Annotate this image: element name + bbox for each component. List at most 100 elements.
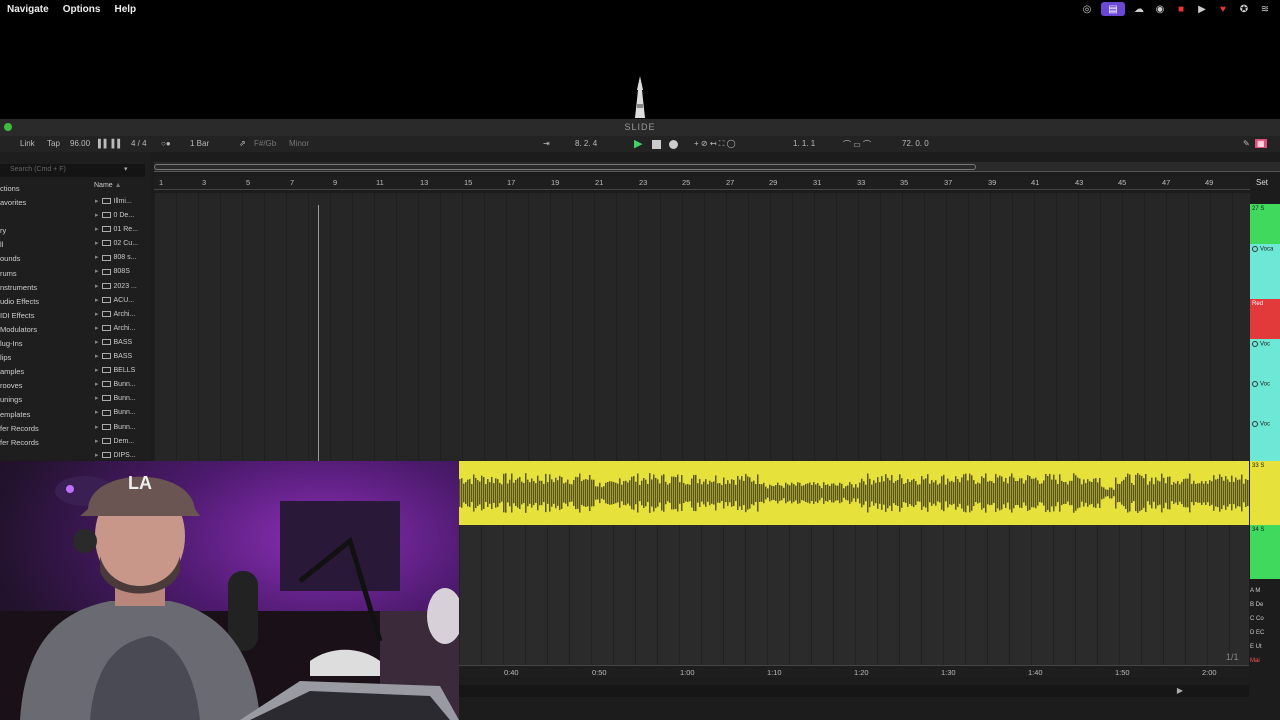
track-header-33[interactable]: 33 S xyxy=(1250,461,1280,525)
window-zoom-button[interactable] xyxy=(4,123,12,131)
name-column-header[interactable]: Name ▲ xyxy=(94,182,122,189)
waveform-bar xyxy=(1189,473,1191,513)
arrangement-overview[interactable] xyxy=(154,162,1280,172)
list-item[interactable]: ▸ 0 De... xyxy=(95,209,150,223)
list-item[interactable]: ▸ Archi... xyxy=(95,322,150,336)
sidebar-item-drums[interactable]: rums xyxy=(0,267,48,281)
waveform-bar xyxy=(989,480,991,506)
cloud-sync-icon-2[interactable]: ◉ xyxy=(1153,2,1167,16)
sidebar-item-samples[interactable]: amples xyxy=(0,365,48,379)
return-track-b[interactable]: B De xyxy=(1250,598,1280,612)
list-item[interactable]: ▸ BASS xyxy=(95,336,150,350)
bar-ruler[interactable]: 1 3 5 7 9 11 13 15 17 19 21 23 25 27 29 … xyxy=(154,176,1250,190)
record-button[interactable] xyxy=(669,140,678,149)
list-item[interactable]: ▸ 01 Re... xyxy=(95,223,150,237)
waveform-bar xyxy=(607,482,609,504)
lower-track-area[interactable] xyxy=(459,525,1249,665)
screen-share-icon[interactable]: ▤ xyxy=(1101,2,1125,16)
sidebar-item-grooves[interactable]: rooves xyxy=(0,379,48,393)
time-signature-field[interactable]: 4 / 4 xyxy=(131,139,147,148)
arrangement-position-field[interactable]: 8. 2. 4 xyxy=(575,139,597,148)
recorder-icon[interactable]: ■ xyxy=(1174,2,1188,16)
loop-length-field[interactable]: 72. 0. 0 xyxy=(902,139,929,148)
sidebar-item-modulators[interactable]: Modulators xyxy=(0,323,48,337)
creative-cloud-icon[interactable]: ◎ xyxy=(1080,2,1094,16)
list-item[interactable]: ▸ Bunn... xyxy=(95,421,150,435)
loop-start-field[interactable]: 1. 1. 1 xyxy=(793,139,815,148)
sidebar-item-audio-effects[interactable]: udio Effects xyxy=(0,295,48,309)
menu-help[interactable]: Help xyxy=(107,4,143,15)
track-header-34[interactable]: 34 S xyxy=(1250,525,1280,579)
play-button[interactable]: ▶ xyxy=(634,137,642,150)
pencil-icon[interactable]: ✎ xyxy=(1243,139,1250,148)
follow-icon[interactable]: ○● xyxy=(161,139,171,148)
track-header-vocal-2[interactable]: Voc xyxy=(1250,339,1280,379)
return-track-e[interactable]: E Ut xyxy=(1250,640,1280,654)
list-item[interactable]: ▸ BELLS xyxy=(95,364,150,378)
list-item[interactable]: ▸ Illmi... xyxy=(95,195,150,209)
key-select[interactable]: F#/Gb xyxy=(254,139,276,148)
list-item[interactable]: ▸ 2023 ... xyxy=(95,280,150,294)
menu-navigate[interactable]: Navigate xyxy=(0,4,56,15)
sidebar-item-midi-effects[interactable]: IDI Effects xyxy=(0,309,48,323)
track-header-vocal-1[interactable]: Voca xyxy=(1250,244,1280,299)
time-ruler[interactable]: 0:40 0:50 1:00 1:10 1:20 1:30 1:40 1:50 … xyxy=(459,665,1249,677)
track-header-vocal-3[interactable]: Voc xyxy=(1250,379,1280,419)
list-item[interactable]: ▸ Archi... xyxy=(95,308,150,322)
compass-icon[interactable]: ✪ xyxy=(1237,2,1251,16)
list-item[interactable]: ▸ Bunn... xyxy=(95,378,150,392)
metronome-icon[interactable]: ▌▌ ▌▌ xyxy=(98,139,123,148)
key-map-icon[interactable]: ▦ xyxy=(1255,139,1267,148)
scale-mode-icon[interactable]: ⇗ xyxy=(239,139,246,148)
list-item[interactable]: ▸ 808 s... xyxy=(95,251,150,265)
list-item[interactable]: ▸ 808S xyxy=(95,265,150,279)
list-item[interactable]: ▸ Dem... xyxy=(95,435,150,449)
cloud-sync-icon[interactable]: ☁ xyxy=(1132,2,1146,16)
return-track-d[interactable]: D EC xyxy=(1250,626,1280,640)
horizontal-scrollbar[interactable]: ▶ xyxy=(459,685,1249,697)
return-track-a[interactable]: A M xyxy=(1250,584,1280,598)
punch-icon[interactable]: ⌒ ▭ ⌒ xyxy=(843,139,871,150)
tempo-field[interactable]: 96.00 xyxy=(70,139,90,148)
scale-select[interactable]: Minor xyxy=(289,139,309,148)
main-track[interactable]: Mai xyxy=(1250,654,1280,668)
wifi-icon[interactable]: ≋ xyxy=(1258,2,1272,16)
sidebar-item-user-library[interactable]: fer Records xyxy=(0,436,48,450)
filter-icon[interactable]: ▾ xyxy=(124,165,128,173)
list-item[interactable]: ▸ 02 Cu... xyxy=(95,237,150,251)
quantize-select[interactable]: 1 Bar xyxy=(190,139,209,148)
sidebar-item-instruments[interactable]: nstruments xyxy=(0,281,48,295)
sidebar-item-clips[interactable]: lips xyxy=(0,351,48,365)
sidebar-item-library[interactable]: ry xyxy=(0,224,48,238)
sidebar-item-sounds[interactable]: ounds xyxy=(0,252,48,266)
track-header-27[interactable]: 27 S xyxy=(1250,204,1280,244)
sidebar-item-collections[interactable]: ctions xyxy=(0,182,48,196)
list-item[interactable]: ▸ Bunn... xyxy=(95,392,150,406)
list-item[interactable]: ▸ ACU... xyxy=(95,294,150,308)
track-header-vocal-4[interactable]: Voc xyxy=(1250,419,1280,461)
play-circle-icon[interactable]: ▶ xyxy=(1195,2,1209,16)
menu-options[interactable]: Options xyxy=(56,4,108,15)
sidebar-item-packs[interactable]: fer Records xyxy=(0,422,48,436)
sidebar-item-templates[interactable]: emplates xyxy=(0,408,48,422)
link-button[interactable]: Link xyxy=(20,139,35,148)
waveform-bar xyxy=(1193,480,1195,506)
sidebar-item-tunings[interactable]: unings xyxy=(0,393,48,407)
waveform-bar xyxy=(899,474,901,512)
overview-zoom-handle[interactable] xyxy=(154,164,976,170)
return-track-c[interactable]: C Co xyxy=(1250,612,1280,626)
sidebar-item-all[interactable]: ll xyxy=(0,238,48,252)
track-header-red[interactable]: Red xyxy=(1250,299,1280,339)
scroll-right-icon[interactable]: ▶ xyxy=(1177,686,1183,695)
stop-button[interactable] xyxy=(652,140,661,149)
waveform-bar xyxy=(1241,474,1243,512)
sidebar-item-plug-ins[interactable]: lug-Ins xyxy=(0,337,48,351)
shield-icon[interactable]: ♥ xyxy=(1216,2,1230,16)
list-item[interactable]: ▸ BASS xyxy=(95,350,150,364)
sidebar-item-blank[interactable] xyxy=(0,210,48,224)
list-item[interactable]: ▸ Bunn... xyxy=(95,406,150,420)
overdub-icon[interactable]: + ⊘ ↤ ⛶ ◯ xyxy=(694,139,736,149)
tap-button[interactable]: Tap xyxy=(47,139,60,148)
audio-clip[interactable] xyxy=(459,461,1249,525)
sidebar-item-favorites[interactable]: avorites xyxy=(0,196,48,210)
